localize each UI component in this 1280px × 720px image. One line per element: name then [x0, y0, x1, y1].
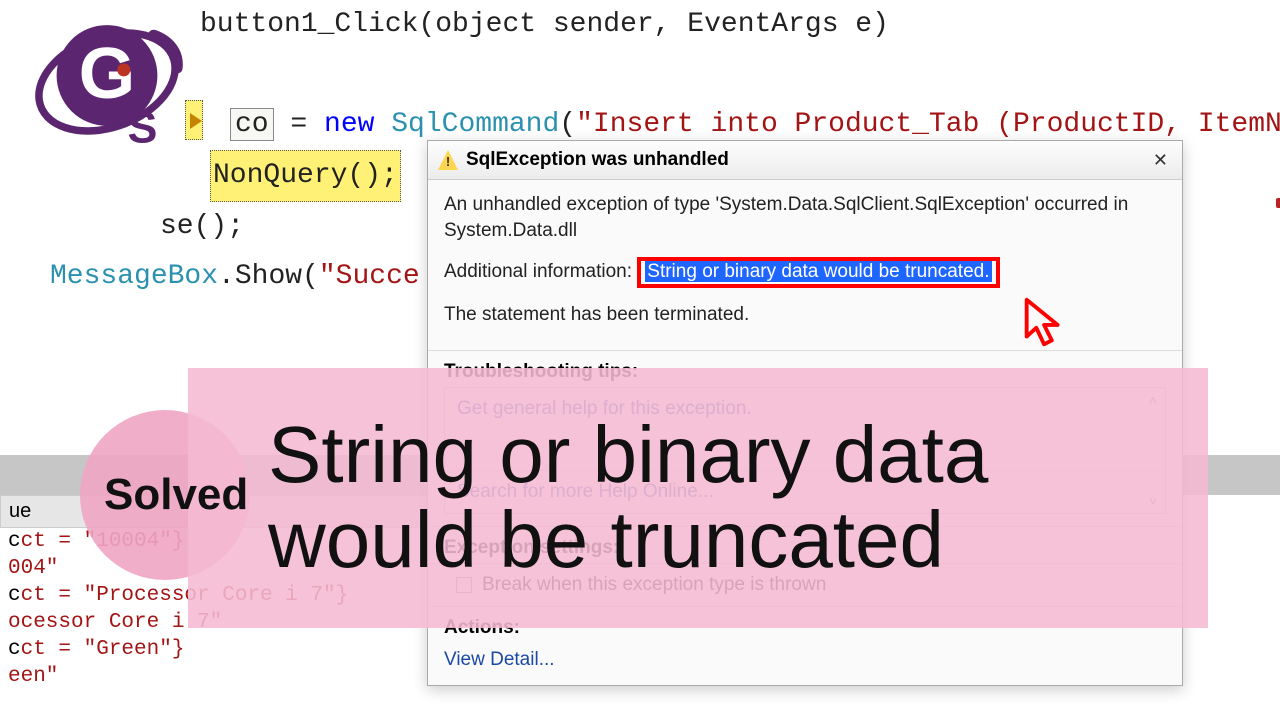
type-sqlcommand: SqlCommand	[374, 109, 559, 140]
variable-tooltip: co	[230, 108, 274, 141]
string-literal: "Succe	[319, 261, 420, 292]
current-execution-line: NonQuery();	[210, 150, 401, 202]
statement-terminated: The statement has been terminated.	[444, 302, 1166, 328]
exception-description: An unhandled exception of type 'System.D…	[444, 192, 1166, 243]
code-text: se();	[160, 211, 244, 242]
watch-row[interactable]: een"	[0, 663, 430, 690]
code-text: .Show(	[218, 261, 319, 292]
string-literal: "Insert into Product_Tab (ProductID, Ite…	[576, 109, 1280, 140]
warning-icon	[438, 150, 458, 170]
code-text: =	[274, 109, 324, 140]
svg-text:S: S	[128, 103, 158, 152]
code-text: NonQuery();	[213, 160, 398, 191]
channel-logo: G S	[12, 12, 202, 152]
keyword-new: new	[324, 109, 374, 140]
view-detail-link[interactable]: View Detail...	[428, 643, 1182, 685]
title-banner: String or binary data would be truncated	[188, 368, 1208, 628]
error-badge-icon	[1276, 198, 1280, 208]
type-messagebox: MessageBox	[50, 261, 218, 292]
watch-row[interactable]: cct = "Green"}	[0, 636, 430, 663]
banner-line-2: would be truncated	[268, 498, 988, 583]
code-text: (	[559, 109, 576, 140]
error-message-highlight: String or binary data would be truncated…	[637, 257, 999, 288]
close-icon[interactable]: ✕	[1149, 150, 1172, 171]
additional-info-label: Additional information:	[444, 261, 632, 282]
exception-title: SqlException was unhandled	[466, 149, 1141, 171]
banner-line-1: String or binary data	[268, 413, 988, 498]
code-text: button1_Click(object sender, EventArgs e…	[200, 9, 889, 40]
solved-label: Solved	[104, 470, 248, 520]
